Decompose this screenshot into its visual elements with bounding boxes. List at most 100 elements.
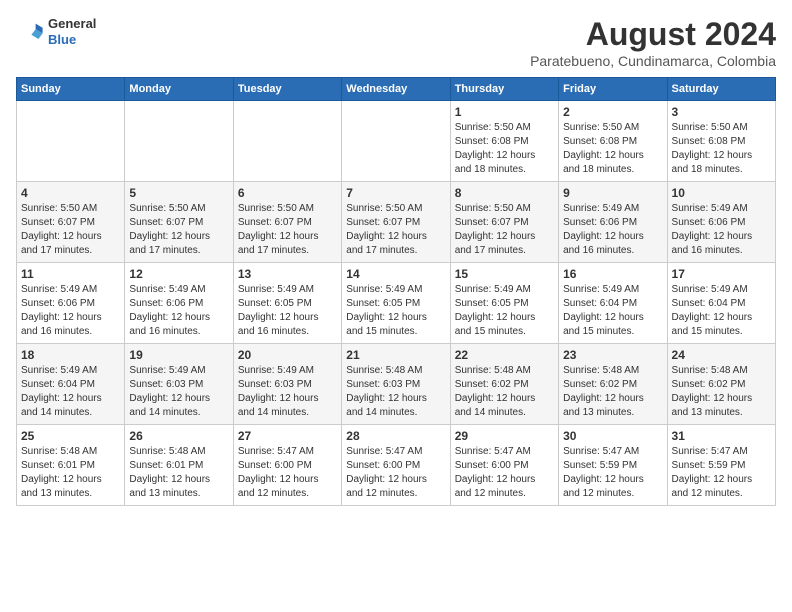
day-number: 30 [563,429,662,443]
day-info: Sunrise: 5:49 AMSunset: 6:03 PMDaylight:… [238,364,337,420]
day-number: 18 [21,348,120,362]
day-info: Sunrise: 5:49 AMSunset: 6:05 PMDaylight:… [346,283,445,339]
day-info: Sunrise: 5:47 AMSunset: 5:59 PMDaylight:… [672,445,771,501]
calendar-cell: 31 Sunrise: 5:47 AMSunset: 5:59 PMDayligh… [667,425,775,506]
page-header: General Blue August 2024 Paratebueno, Cu… [16,16,776,69]
day-info: Sunrise: 5:50 AMSunset: 6:08 PMDaylight:… [563,121,662,177]
calendar-cell: 11 Sunrise: 5:49 AMSunset: 6:06 PMDayligh… [17,263,125,344]
day-info: Sunrise: 5:48 AMSunset: 6:01 PMDaylight:… [129,445,228,501]
calendar-cell: 4 Sunrise: 5:50 AMSunset: 6:07 PMDaylight… [17,182,125,263]
day-header-tuesday: Tuesday [233,78,341,101]
calendar-cell: 12 Sunrise: 5:49 AMSunset: 6:06 PMDayligh… [125,263,233,344]
day-number: 26 [129,429,228,443]
day-info: Sunrise: 5:50 AMSunset: 6:08 PMDaylight:… [672,121,771,177]
calendar-week-2: 4 Sunrise: 5:50 AMSunset: 6:07 PMDaylight… [17,182,776,263]
calendar-cell: 5Sunrise: 5:50 AMSunset: 6:07 PMDaylight… [125,182,233,263]
day-info: Sunrise: 5:48 AMSunset: 6:03 PMDaylight:… [346,364,445,420]
day-number: 27 [238,429,337,443]
day-number: 8 [455,186,554,200]
day-number: 13 [238,267,337,281]
day-number: 15 [455,267,554,281]
logo-text: General Blue [48,16,96,47]
calendar-cell: 22 Sunrise: 5:48 AMSunset: 6:02 PMDayligh… [450,344,558,425]
calendar-cell: 17Sunrise: 5:49 AMSunset: 6:04 PMDayligh… [667,263,775,344]
day-number: 22 [455,348,554,362]
calendar-cell: 30Sunrise: 5:47 AMSunset: 5:59 PMDayligh… [559,425,667,506]
calendar-cell: 8 Sunrise: 5:50 AMSunset: 6:07 PMDaylight… [450,182,558,263]
day-number: 14 [346,267,445,281]
day-number: 5 [129,186,228,200]
calendar-week-1: 1Sunrise: 5:50 AMSunset: 6:08 PMDaylight… [17,101,776,182]
day-number: 21 [346,348,445,362]
day-info: Sunrise: 5:49 AMSunset: 6:06 PMDaylight:… [21,283,120,339]
calendar-cell [125,101,233,182]
calendar-cell: 25Sunrise: 5:48 AMSunset: 6:01 PMDayligh… [17,425,125,506]
day-info: Sunrise: 5:48 AMSunset: 6:02 PMDaylight:… [455,364,554,420]
day-header-sunday: Sunday [17,78,125,101]
day-info: Sunrise: 5:47 AMSunset: 6:00 PMDaylight:… [455,445,554,501]
day-number: 3 [672,105,771,119]
day-header-friday: Friday [559,78,667,101]
calendar-cell: 20 Sunrise: 5:49 AMSunset: 6:03 PMDayligh… [233,344,341,425]
calendar-week-3: 11 Sunrise: 5:49 AMSunset: 6:06 PMDayligh… [17,263,776,344]
day-info: Sunrise: 5:50 AMSunset: 6:07 PMDaylight:… [21,202,120,258]
day-info: Sunrise: 5:49 AMSunset: 6:06 PMDaylight:… [672,202,771,258]
day-number: 4 [21,186,120,200]
day-info: Sunrise: 5:47 AMSunset: 6:00 PMDaylight:… [346,445,445,501]
logo-line1: General [48,16,96,32]
calendar-cell: 19 Sunrise: 5:49 AMSunset: 6:03 PMDayligh… [125,344,233,425]
day-info: Sunrise: 5:49 AMSunset: 6:03 PMDaylight:… [129,364,228,420]
day-number: 9 [563,186,662,200]
day-header-wednesday: Wednesday [342,78,450,101]
logo: General Blue [16,16,96,47]
day-info: Sunrise: 5:50 AMSunset: 6:07 PMDaylight:… [346,202,445,258]
day-info: Sunrise: 5:50 AMSunset: 6:07 PMDaylight:… [455,202,554,258]
day-info: Sunrise: 5:50 AMSunset: 6:08 PMDaylight:… [455,121,554,177]
day-number: 12 [129,267,228,281]
title-block: August 2024 Paratebueno, Cundinamarca, C… [530,16,776,69]
page-title: August 2024 [530,16,776,53]
calendar-week-4: 18 Sunrise: 5:49 AMSunset: 6:04 PMDayligh… [17,344,776,425]
calendar-cell: 27Sunrise: 5:47 AMSunset: 6:00 PMDayligh… [233,425,341,506]
calendar-cell: 24 Sunrise: 5:48 AMSunset: 6:02 PMDayligh… [667,344,775,425]
day-header-monday: Monday [125,78,233,101]
day-info: Sunrise: 5:49 AMSunset: 6:06 PMDaylight:… [563,202,662,258]
calendar-cell [17,101,125,182]
calendar-body: 1Sunrise: 5:50 AMSunset: 6:08 PMDaylight… [17,101,776,506]
day-number: 7 [346,186,445,200]
header-row: SundayMondayTuesdayWednesdayThursdayFrid… [17,78,776,101]
day-number: 10 [672,186,771,200]
day-number: 24 [672,348,771,362]
calendar-cell: 1Sunrise: 5:50 AMSunset: 6:08 PMDaylight… [450,101,558,182]
calendar-header: SundayMondayTuesdayWednesdayThursdayFrid… [17,78,776,101]
calendar-cell: 10 Sunrise: 5:49 AMSunset: 6:06 PMDayligh… [667,182,775,263]
calendar-table: SundayMondayTuesdayWednesdayThursdayFrid… [16,77,776,506]
day-info: Sunrise: 5:49 AMSunset: 6:05 PMDaylight:… [455,283,554,339]
day-number: 6 [238,186,337,200]
calendar-cell: 3 Sunrise: 5:50 AMSunset: 6:08 PMDaylight… [667,101,775,182]
calendar-week-5: 25 Sunrise: 5:48 AMSunset: 6:01 PMDayligh… [17,425,776,506]
day-number: 19 [129,348,228,362]
day-number: 16 [563,267,662,281]
day-number: 11 [21,267,120,281]
calendar-cell: 28 Sunrise: 5:47 AMSunset: 6:00 PMDayligh… [342,425,450,506]
calendar-cell: 7 Sunrise: 5:50 AMSunset: 6:07 PMDaylight… [342,182,450,263]
day-info: Sunrise: 5:49 AMSunset: 6:06 PMDaylight:… [129,283,228,339]
day-number: 20 [238,348,337,362]
day-header-saturday: Saturday [667,78,775,101]
day-number: 25 [21,429,120,443]
day-info: Sunrise: 5:48 AMSunset: 6:02 PMDaylight:… [563,364,662,420]
day-number: 31 [672,429,771,443]
calendar-cell: 29 Sunrise: 5:47 AMSunset: 6:00 PMDayligh… [450,425,558,506]
day-info: Sunrise: 5:49 AMSunset: 6:04 PMDaylight:… [563,283,662,339]
page-subtitle: Paratebueno, Cundinamarca, Colombia [530,53,776,69]
day-info: Sunrise: 5:49 AMSunset: 6:04 PMDaylight:… [21,364,120,420]
calendar-cell: 14 Sunrise: 5:49 AMSunset: 6:05 PMDayligh… [342,263,450,344]
calendar-cell: 9 Sunrise: 5:49 AMSunset: 6:06 PMDaylight… [559,182,667,263]
logo-line2: Blue [48,32,96,48]
day-info: Sunrise: 5:48 AMSunset: 6:02 PMDaylight:… [672,364,771,420]
day-number: 28 [346,429,445,443]
day-number: 29 [455,429,554,443]
calendar-cell: 26 Sunrise: 5:48 AMSunset: 6:01 PMDayligh… [125,425,233,506]
logo-icon [16,18,44,46]
